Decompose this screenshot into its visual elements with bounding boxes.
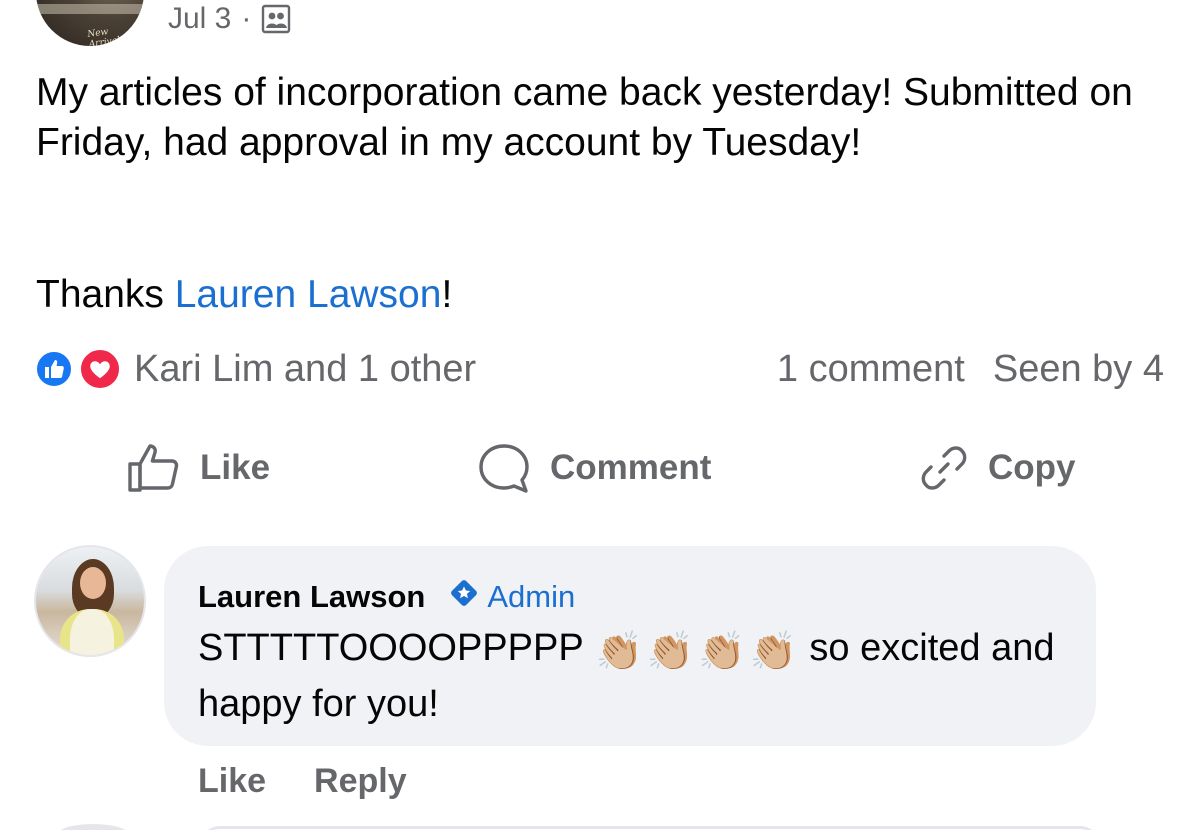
comment-author-row: Lauren Lawson Admin	[198, 576, 575, 618]
thanks-prefix: Thanks	[36, 273, 175, 316]
clapping-hands-emoji: 👏🏼	[698, 631, 746, 673]
reaction-icons[interactable]	[34, 346, 130, 392]
clapping-hands-emoji: 👏🏼	[749, 631, 797, 673]
post-body-text: My articles of incorporation came back y…	[36, 71, 1133, 164]
avatar-logo-text: New Arrivals	[86, 27, 126, 46]
speech-bubble-icon	[476, 440, 532, 496]
comment-button[interactable]: Comment	[476, 432, 711, 504]
group-audience-icon	[261, 4, 291, 34]
mention-link[interactable]: Lauren Lawson	[175, 273, 442, 316]
copy-button[interactable]: Copy	[918, 432, 1076, 504]
clapping-hands-emoji: 👏🏼	[646, 631, 695, 673]
comment-text: STTTTTOOOOPPPPP 👏🏼 👏🏼 👏🏼 👏🏼 so excited and …	[198, 620, 1078, 732]
admin-badge-label: Admin	[487, 579, 576, 614]
comment-like-button[interactable]: Like	[198, 762, 266, 801]
seen-by-count[interactable]: Seen by 4	[993, 348, 1164, 391]
meta-separator: ·	[241, 2, 252, 35]
post-thanks-line: Thanks Lauren Lawson!	[36, 270, 452, 320]
link-icon	[918, 442, 970, 494]
like-reaction-icon	[34, 349, 74, 389]
comment-label: Comment	[550, 448, 712, 487]
admin-badge[interactable]: Admin	[447, 576, 575, 618]
next-comment-bubble	[200, 826, 1100, 830]
comment-reply-button[interactable]: Reply	[314, 762, 407, 801]
comment-author-name[interactable]: Lauren Lawson	[198, 579, 425, 615]
reaction-names[interactable]: Kari Lim and 1 other	[134, 348, 476, 391]
post-author-avatar[interactable]: New Arrivals	[36, 0, 144, 46]
copy-label: Copy	[988, 448, 1076, 487]
comment-bubble: Lauren Lawson Admin STTTTTOOOOPPPPP 👏🏼 👏🏼…	[164, 546, 1096, 746]
post-actions-row: Like Comment Copy	[0, 432, 1200, 504]
commenter-avatar[interactable]	[34, 545, 146, 657]
admin-shield-icon	[447, 576, 481, 618]
post-stats-row: Kari Lim and 1 other 1 comment Seen by 4	[34, 345, 1164, 393]
stats-right: 1 comment Seen by 4	[777, 348, 1164, 391]
like-button[interactable]: Like	[126, 432, 270, 504]
thumbs-up-icon	[126, 440, 182, 496]
post-date[interactable]: Jul 3	[168, 2, 231, 36]
comment-count[interactable]: 1 comment	[777, 348, 965, 391]
comment-text-before: STTTTTOOOOPPPPP	[198, 627, 594, 669]
thanks-suffix: !	[441, 273, 453, 316]
like-label: Like	[200, 448, 271, 487]
next-commenter-avatar[interactable]	[58, 824, 128, 830]
comment-actions: Like Reply	[198, 762, 407, 801]
love-reaction-icon	[78, 347, 122, 391]
post-meta: Jul 3 ·	[168, 2, 291, 36]
clapping-hands-emoji: 👏🏼	[595, 631, 643, 673]
